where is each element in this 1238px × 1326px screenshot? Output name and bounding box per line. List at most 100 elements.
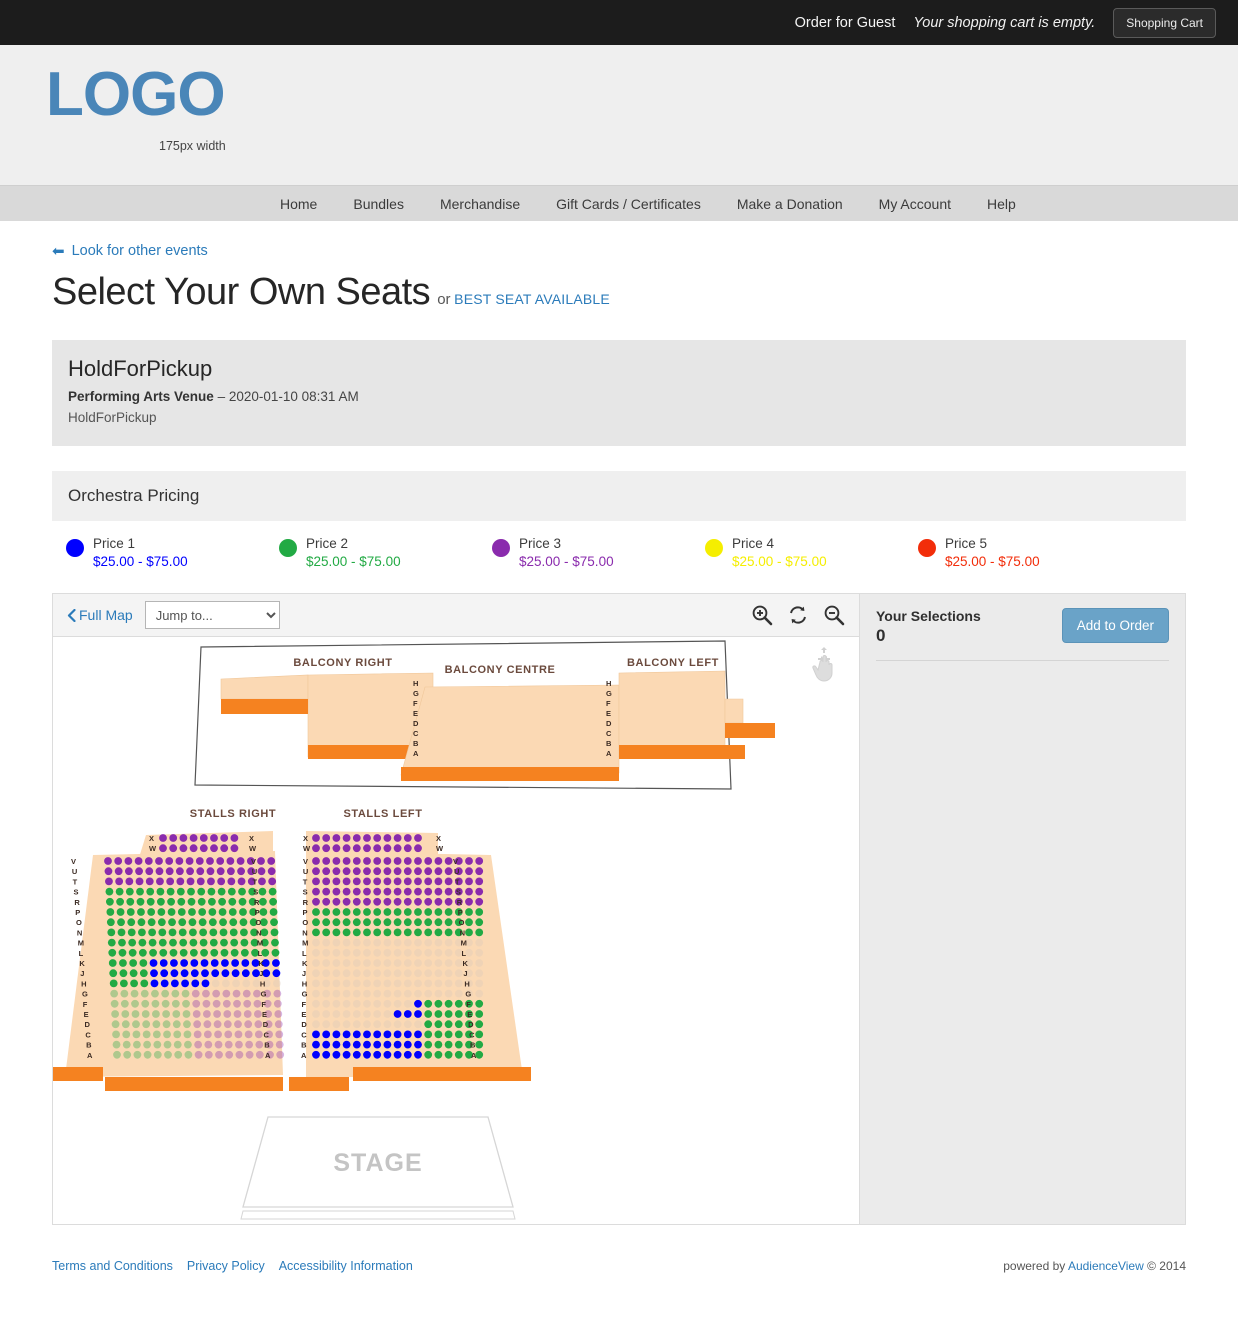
seat[interactable] bbox=[186, 867, 194, 876]
seat[interactable] bbox=[222, 990, 231, 998]
seat[interactable] bbox=[414, 1041, 422, 1049]
seat[interactable] bbox=[312, 834, 320, 843]
seat[interactable] bbox=[203, 1030, 212, 1039]
seat[interactable] bbox=[444, 928, 453, 937]
seat[interactable] bbox=[465, 928, 473, 937]
seat[interactable] bbox=[393, 990, 402, 998]
seat[interactable] bbox=[465, 888, 473, 896]
footer-link-accessibility[interactable]: Accessibility Information bbox=[279, 1259, 413, 1273]
seat[interactable] bbox=[383, 844, 392, 853]
legend-item-price-4[interactable]: Price 4 $25.00 - $75.00 bbox=[691, 535, 904, 571]
seat[interactable] bbox=[465, 898, 473, 907]
seat[interactable] bbox=[475, 959, 484, 968]
seat[interactable] bbox=[322, 908, 331, 917]
seat[interactable] bbox=[424, 898, 433, 907]
seat[interactable] bbox=[149, 959, 158, 968]
seat[interactable] bbox=[158, 928, 167, 937]
seat[interactable] bbox=[110, 990, 119, 998]
seat[interactable] bbox=[454, 979, 463, 988]
seat[interactable] bbox=[363, 1020, 371, 1029]
seat[interactable] bbox=[170, 959, 178, 968]
seat[interactable] bbox=[414, 898, 422, 907]
seat[interactable] bbox=[109, 979, 118, 988]
seat[interactable] bbox=[138, 939, 147, 947]
seat[interactable] bbox=[211, 969, 220, 978]
nav-item-gift-cards[interactable]: Gift Cards / Certificates bbox=[538, 196, 719, 212]
seat[interactable] bbox=[342, 918, 351, 927]
seat[interactable] bbox=[414, 834, 422, 843]
seat[interactable] bbox=[171, 1000, 180, 1009]
seat[interactable] bbox=[475, 939, 484, 947]
seat[interactable] bbox=[342, 969, 351, 978]
seat[interactable] bbox=[312, 1051, 320, 1060]
seat[interactable] bbox=[352, 834, 361, 843]
seat[interactable] bbox=[148, 928, 157, 937]
seat[interactable] bbox=[114, 867, 123, 876]
seat[interactable] bbox=[373, 867, 382, 876]
seat[interactable] bbox=[383, 834, 392, 843]
seat[interactable] bbox=[332, 857, 341, 866]
seat[interactable] bbox=[475, 898, 484, 907]
seat[interactable] bbox=[444, 877, 453, 886]
seat[interactable] bbox=[229, 918, 238, 927]
seat[interactable] bbox=[342, 1041, 351, 1049]
seat[interactable] bbox=[203, 1010, 211, 1019]
seat[interactable] bbox=[275, 1041, 284, 1049]
seat[interactable] bbox=[155, 867, 164, 876]
seat[interactable] bbox=[393, 918, 402, 927]
seat[interactable] bbox=[414, 928, 422, 937]
seat[interactable] bbox=[322, 928, 331, 937]
seat[interactable] bbox=[373, 877, 382, 886]
seat[interactable] bbox=[414, 939, 422, 947]
seat[interactable] bbox=[255, 1041, 264, 1049]
seat[interactable] bbox=[363, 888, 371, 896]
seat[interactable] bbox=[454, 1041, 463, 1049]
seat[interactable] bbox=[120, 1000, 129, 1009]
seat[interactable] bbox=[117, 928, 126, 937]
seat[interactable] bbox=[242, 979, 251, 988]
seatmap-canvas[interactable]: BALCONY RIGHT BALCONY CENTRE H G F E D C… bbox=[52, 637, 860, 1226]
seat[interactable] bbox=[454, 1020, 463, 1029]
seat[interactable] bbox=[424, 867, 433, 876]
seat[interactable] bbox=[475, 928, 484, 937]
seat[interactable] bbox=[162, 1020, 171, 1029]
seat[interactable] bbox=[352, 949, 361, 958]
seat[interactable] bbox=[454, 990, 463, 998]
seat[interactable] bbox=[475, 1020, 484, 1029]
seat[interactable] bbox=[414, 1051, 422, 1060]
seat[interactable] bbox=[244, 1020, 253, 1029]
seat[interactable] bbox=[179, 834, 188, 843]
seat[interactable] bbox=[414, 877, 422, 886]
seat[interactable] bbox=[241, 969, 250, 978]
seat[interactable] bbox=[393, 1041, 402, 1049]
seat[interactable] bbox=[136, 898, 145, 907]
seat[interactable] bbox=[172, 1010, 181, 1019]
jump-to-select[interactable]: Jump to... bbox=[144, 601, 280, 630]
seat[interactable] bbox=[134, 857, 143, 866]
seat[interactable] bbox=[424, 918, 433, 927]
seat[interactable] bbox=[210, 844, 218, 853]
seat[interactable] bbox=[219, 928, 228, 937]
seat[interactable] bbox=[145, 877, 154, 886]
seat[interactable] bbox=[434, 867, 443, 876]
seat[interactable] bbox=[383, 1010, 392, 1019]
seat[interactable] bbox=[352, 918, 361, 927]
seat[interactable] bbox=[475, 949, 484, 958]
seat[interactable] bbox=[312, 1030, 320, 1039]
seat[interactable] bbox=[171, 990, 180, 998]
seat[interactable] bbox=[312, 1020, 320, 1029]
seat[interactable] bbox=[424, 990, 433, 998]
seat[interactable] bbox=[424, 1051, 433, 1060]
seat[interactable] bbox=[138, 928, 146, 937]
seat[interactable] bbox=[373, 844, 382, 853]
seat[interactable] bbox=[414, 844, 422, 853]
seat[interactable] bbox=[322, 834, 331, 843]
seat[interactable] bbox=[174, 1051, 183, 1060]
seat[interactable] bbox=[234, 1020, 242, 1029]
seat[interactable] bbox=[223, 1010, 232, 1019]
seat[interactable] bbox=[143, 1041, 152, 1049]
seat[interactable] bbox=[475, 1041, 484, 1049]
seat[interactable] bbox=[183, 1020, 191, 1029]
seat[interactable] bbox=[403, 918, 412, 927]
seat[interactable] bbox=[207, 898, 216, 907]
